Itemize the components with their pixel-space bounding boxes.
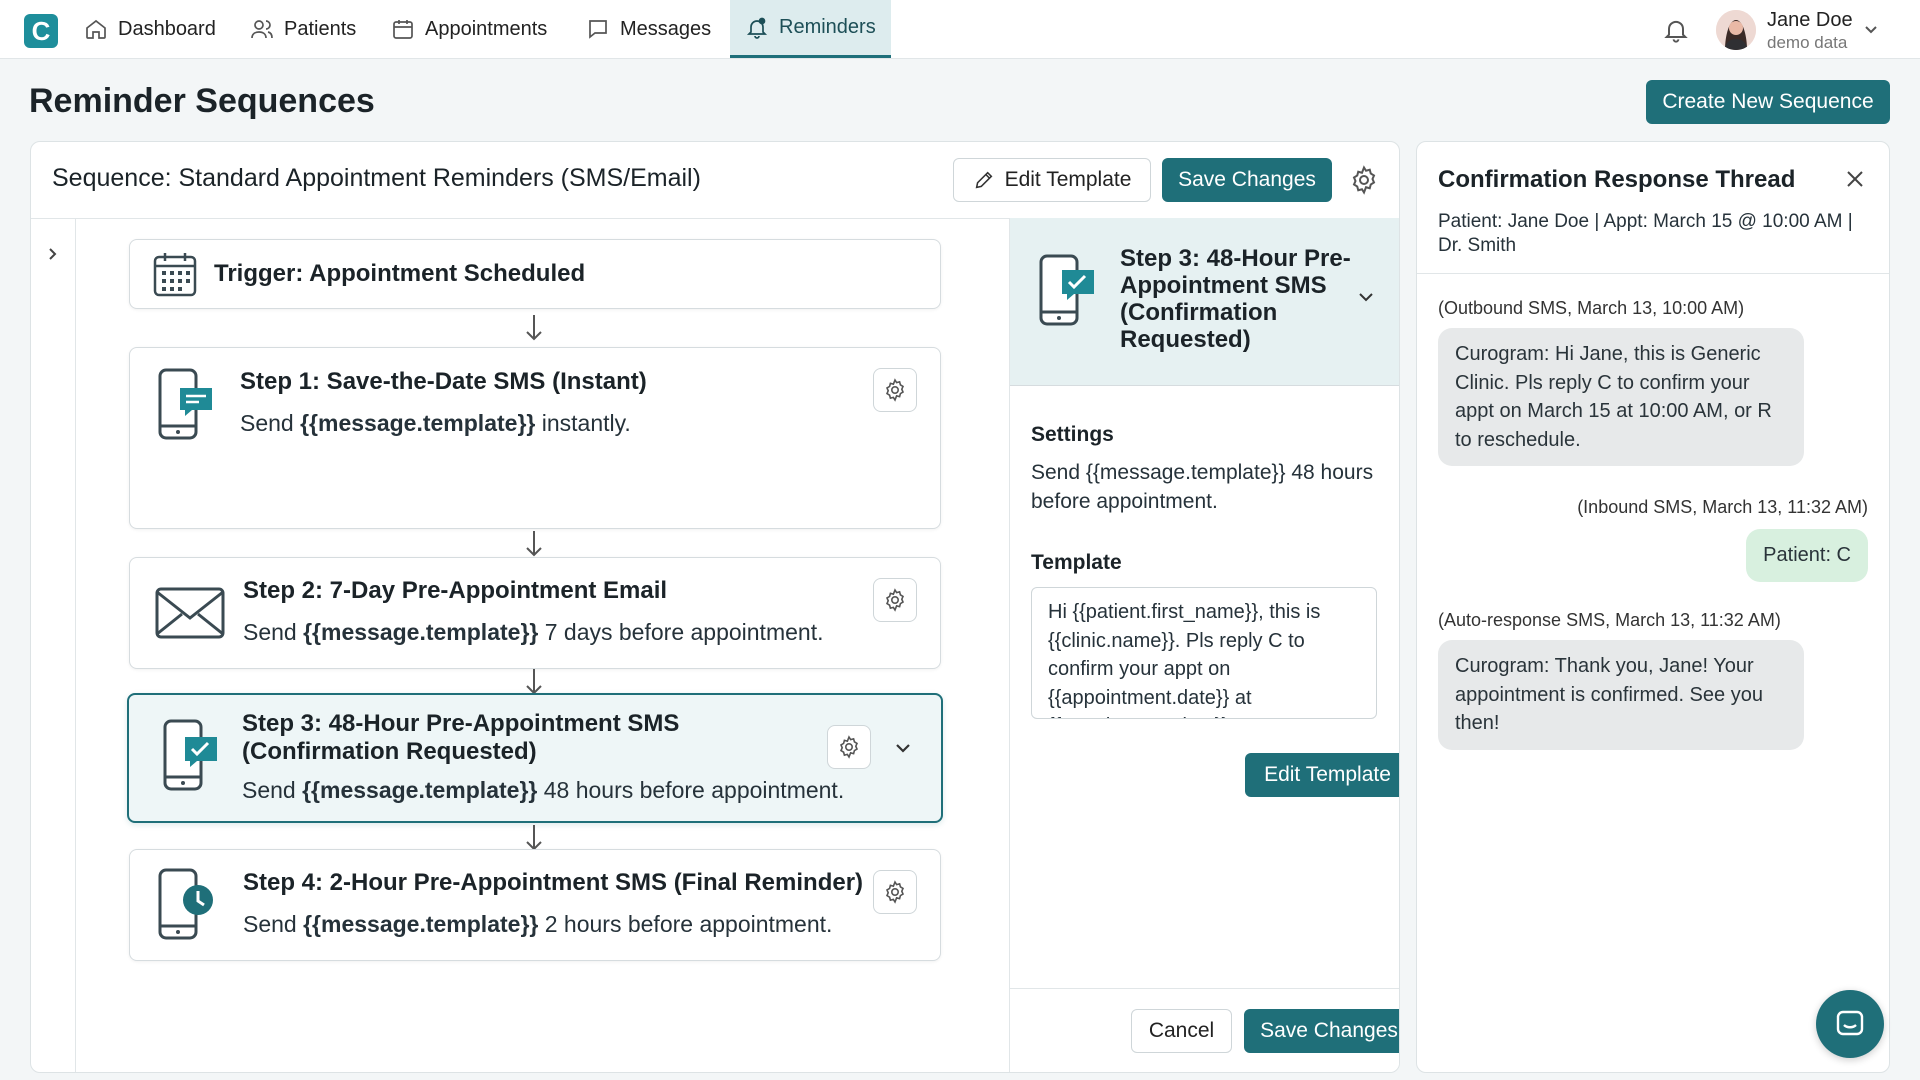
message-caption: (Outbound SMS, March 13, 10:00 AM) [1438, 298, 1745, 318]
arrow-down-icon [523, 529, 545, 559]
step-detail-header[interactable]: Step 3: 48-Hour Pre-Appointment SMS (Con… [1010, 218, 1399, 386]
chevron-right-icon[interactable] [44, 245, 62, 263]
message-caption: (Inbound SMS, March 13, 11:32 AM) [1577, 497, 1868, 517]
chat-support-button[interactable] [1816, 990, 1884, 1058]
thread-title: Confirmation Response Thread [1438, 166, 1796, 193]
calendar-icon [152, 250, 198, 298]
step-card-3[interactable]: Step 3: 48-Hour Pre-Appointment SMS (Con… [127, 693, 943, 823]
step-card-2[interactable]: Step 2: 7-Day Pre-Appointment Email Send… [129, 557, 941, 669]
trigger-card[interactable]: Trigger: Appointment Scheduled [129, 239, 941, 309]
notifications-bell-icon[interactable] [1662, 16, 1690, 44]
step-card-1[interactable]: Step 1: Save-the-Date SMS (Instant) Send… [129, 347, 941, 529]
step-title: Step 3: 48-Hour Pre-Appointment SMS (Con… [242, 710, 680, 765]
message-bubble-outbound: Curogram: Hi Jane, this is Generic Clini… [1438, 328, 1804, 466]
message-bubble-outbound: Curogram: Thank you, Jane! Your appointm… [1438, 640, 1804, 750]
user-subtitle: demo data [1767, 33, 1848, 52]
phone-check-icon [1038, 252, 1098, 328]
avatar[interactable] [1716, 10, 1756, 50]
step-settings-gear-icon[interactable] [873, 870, 917, 914]
nav-item-patients[interactable]: Patients [250, 0, 356, 58]
nav-item-reminders[interactable]: Reminders [730, 0, 891, 58]
edit-template-button[interactable]: Edit Template [953, 158, 1151, 202]
step-settings-gear-icon[interactable] [873, 368, 917, 412]
page-title: Reminder Sequences [29, 82, 375, 120]
nav-item-label: Appointments [425, 17, 548, 40]
envelope-icon [154, 586, 226, 640]
step-title: Step 2: 7-Day Pre-Appointment Email [243, 577, 668, 604]
home-icon [86, 19, 106, 39]
step-settings-gear-icon[interactable] [873, 578, 917, 622]
phone-message-icon [156, 366, 218, 442]
edit-template-button[interactable]: Edit Template [1245, 753, 1399, 797]
sequence-panel: Sequence: Standard Appointment Reminders… [30, 141, 1400, 1073]
step-detail-panel: Step 3: 48-Hour Pre-Appointment SMS (Con… [1009, 218, 1399, 1072]
phone-check-icon [161, 717, 223, 793]
nav-item-label: Reminders [779, 16, 876, 38]
gear-icon[interactable] [1349, 165, 1379, 195]
confirmation-thread-panel: Confirmation Response Thread Patient: Ja… [1416, 141, 1890, 1073]
step-description: Send {{message.template}} instantly. [240, 410, 631, 436]
template-label: Template [1031, 551, 1122, 574]
step-description: Send {{message.template}} 48 hours befor… [242, 777, 845, 803]
step-title: Step 1: Save-the-Date SMS (Instant) [240, 368, 647, 395]
nav-item-label: Patients [284, 17, 357, 40]
save-changes-button[interactable]: Save Changes [1244, 1009, 1399, 1053]
step-detail-title: Step 3: 48-Hour Pre-Appointment SMS (Con… [1120, 245, 1351, 353]
sequence-title: Sequence: Standard Appointment Reminders… [52, 164, 701, 192]
step-description: Send {{message.template}} 7 days before … [243, 619, 824, 645]
user-name: Jane Doe [1767, 9, 1853, 31]
settings-label: Settings [1031, 423, 1114, 446]
template-textarea[interactable]: Hi {{patient.first_name}}, this is {{cli… [1031, 587, 1377, 719]
message-icon [589, 20, 607, 39]
top-navigation: C Dashboard Patients Appointments Messag… [0, 0, 1920, 59]
settings-text: Send {{message.template}} 48 hours befor… [1031, 461, 1374, 513]
message-bubble-inbound: Patient: C [1746, 529, 1868, 582]
step-title: Step 4: 2-Hour Pre-Appointment SMS (Fina… [243, 869, 864, 896]
footer-divider [1010, 988, 1399, 989]
nav-item-appointments[interactable]: Appointments [391, 0, 547, 58]
chevron-down-icon[interactable] [892, 737, 914, 759]
step-card-4[interactable]: Step 4: 2-Hour Pre-Appointment SMS (Fina… [129, 849, 941, 961]
cancel-button[interactable]: Cancel [1131, 1009, 1232, 1053]
message-caption: (Auto-response SMS, March 13, 11:32 AM) [1438, 610, 1781, 630]
nav-item-dashboard[interactable]: Dashboard [84, 0, 216, 58]
create-new-sequence-button[interactable]: Create New Sequence [1646, 80, 1890, 124]
chevron-down-icon[interactable] [1355, 286, 1377, 308]
calendar-icon [393, 20, 413, 39]
nav-item-messages[interactable]: Messages [586, 0, 711, 58]
arrow-down-icon [523, 313, 545, 343]
pencil-icon [975, 171, 992, 189]
step-settings-gear-icon[interactable] [827, 725, 871, 769]
collapse-sidebar[interactable] [31, 219, 76, 1072]
app-logo[interactable]: C [24, 14, 58, 48]
save-changes-button[interactable]: Save Changes [1162, 158, 1332, 202]
chevron-down-icon[interactable] [1862, 20, 1880, 38]
users-icon [251, 20, 273, 39]
step-description: Send {{message.template}} 2 hours before… [243, 911, 833, 937]
edit-template-label: Edit Template [1004, 168, 1132, 191]
close-icon[interactable] [1844, 168, 1866, 190]
phone-clock-icon [156, 866, 218, 942]
nav-item-label: Messages [620, 17, 712, 40]
thread-divider [1417, 273, 1889, 274]
trigger-title: Trigger: Appointment Scheduled [214, 260, 586, 287]
chat-icon [1836, 1010, 1864, 1036]
thread-meta: Patient: Jane Doe | Appt: March 15 @ 10:… [1438, 211, 1853, 256]
bell-icon [746, 17, 768, 39]
nav-item-label: Dashboard [118, 17, 216, 40]
